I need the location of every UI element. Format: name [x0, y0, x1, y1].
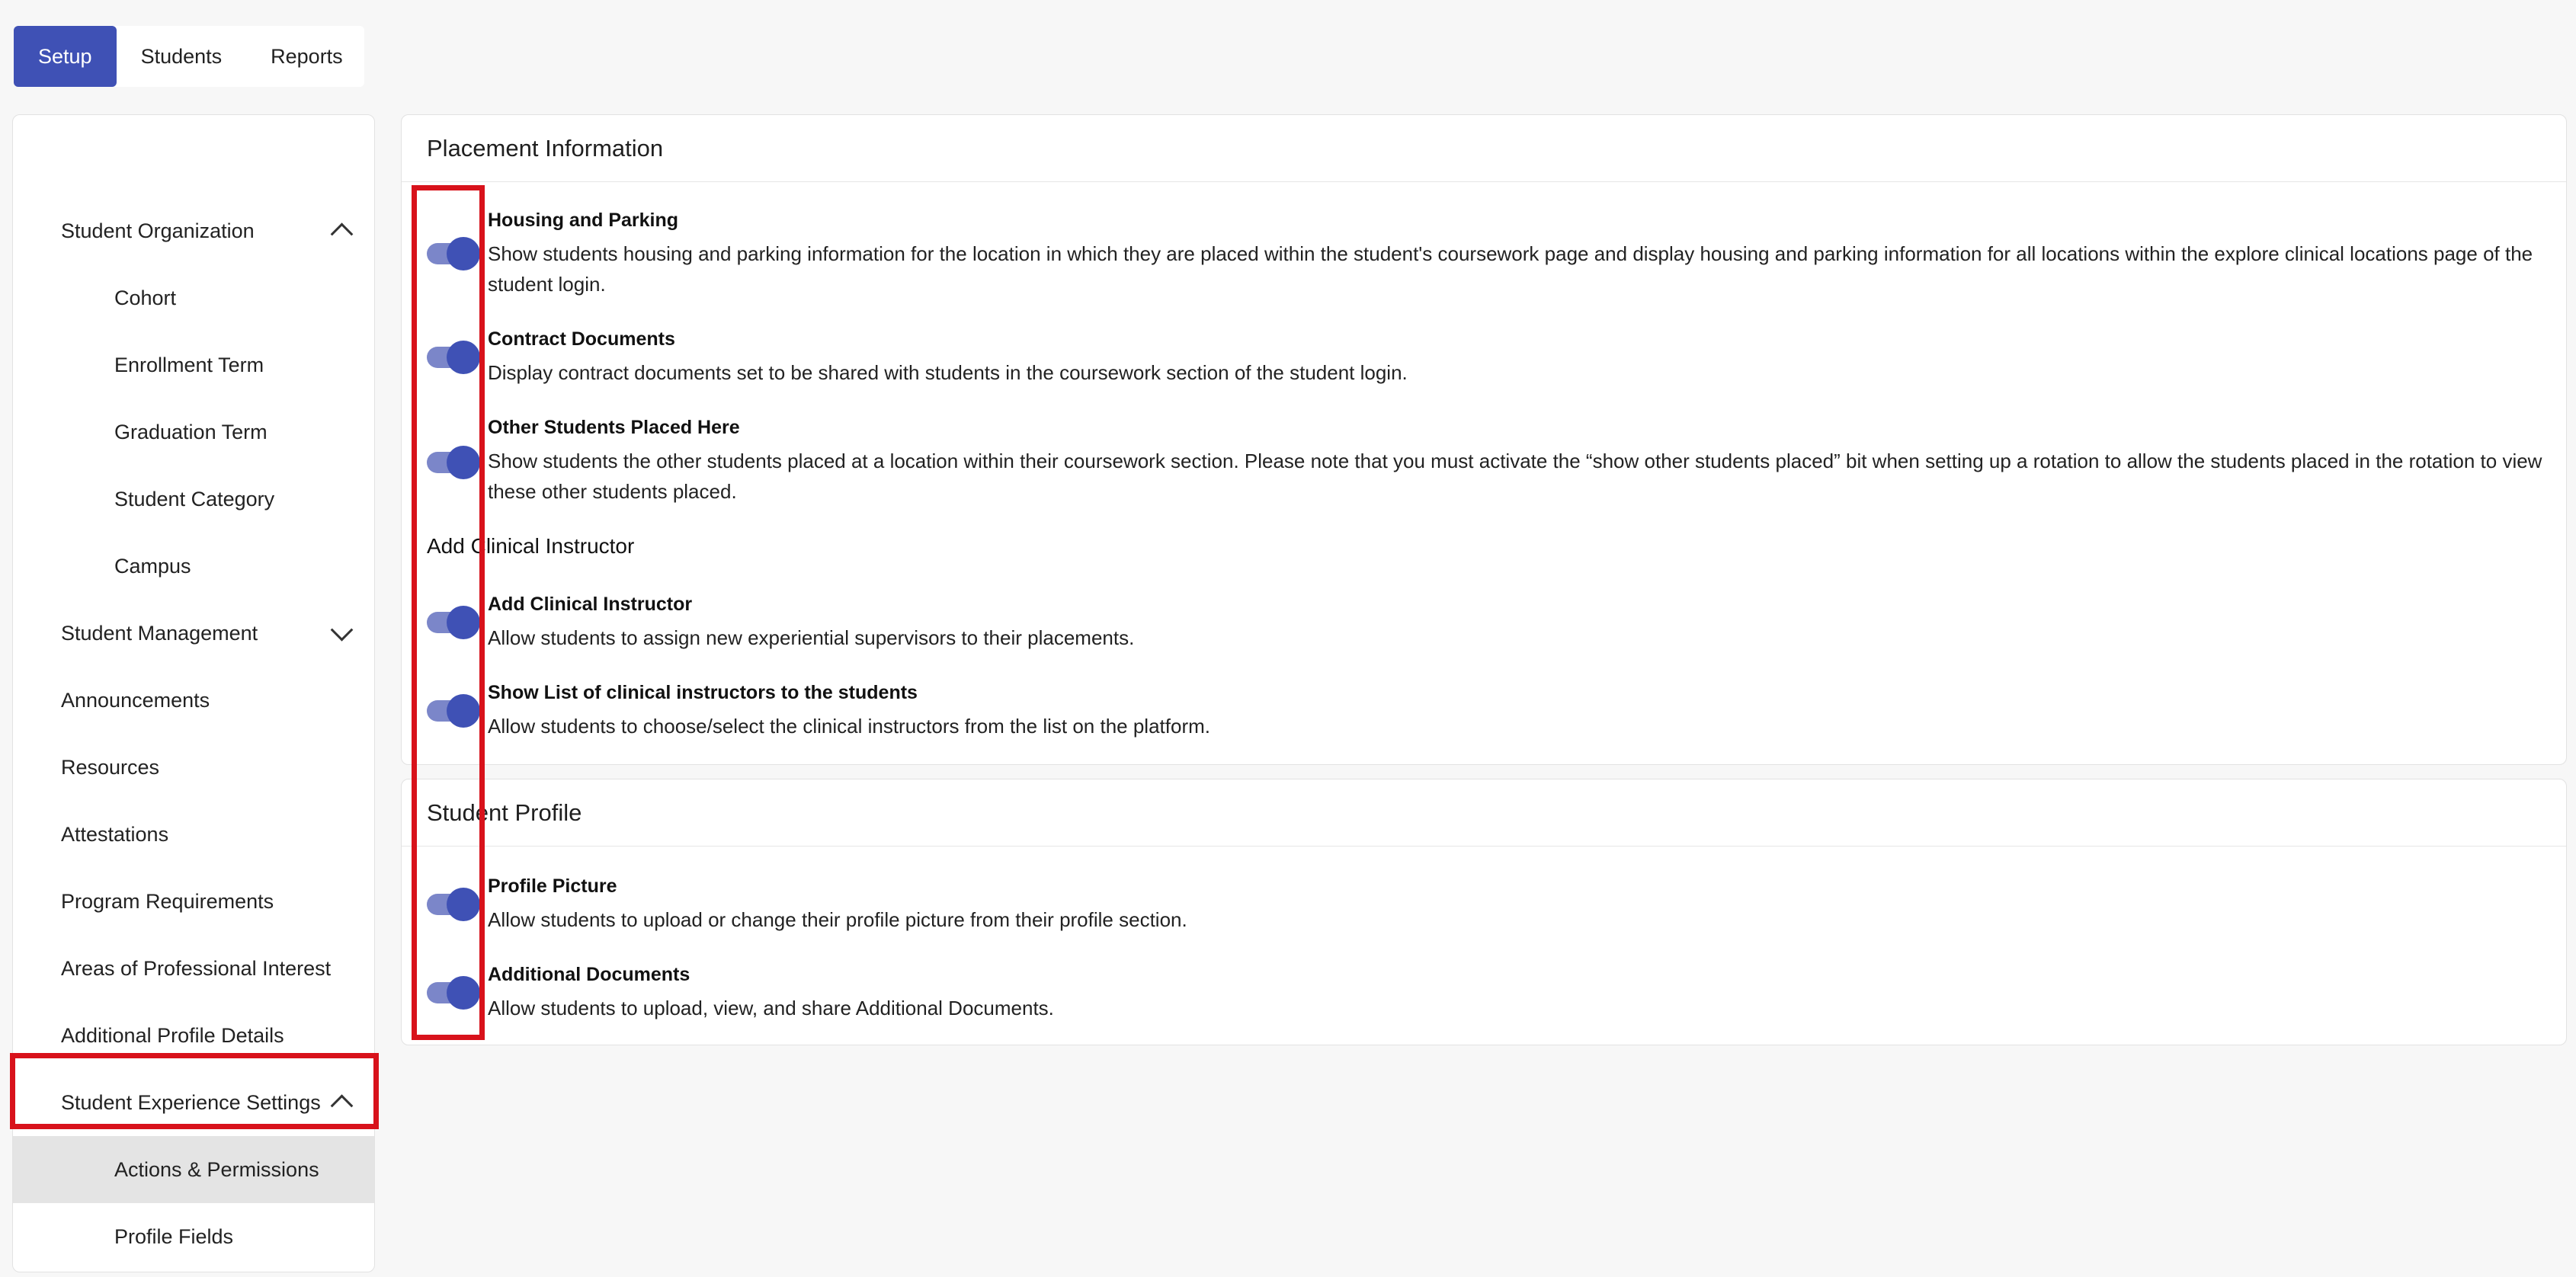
setting-description: Allow students to upload, view, and shar…	[488, 997, 1054, 1019]
setting-description: Allow students to assign new experientia…	[488, 626, 1135, 649]
sidebar-item-announcements[interactable]: Announcements	[13, 667, 374, 734]
sidebar-item-label: Cohort	[114, 286, 177, 309]
sidebar-item-label: Graduation Term	[114, 420, 268, 443]
sidebar-item-student-category[interactable]: Student Category	[13, 466, 374, 533]
student-profile-panel: Student Profile Profile Picture Allow st…	[401, 779, 2567, 1045]
sidebar-item-label: Areas of Professional Interest	[61, 956, 332, 980]
other-students-placed-toggle[interactable]	[427, 446, 480, 479]
sidebar-item-additional-profile-details[interactable]: Additional Profile Details	[13, 1002, 374, 1069]
setting-title: Add Clinical Instructor	[488, 594, 693, 615]
housing-parking-toggle[interactable]	[427, 237, 480, 270]
sidebar-item-cohort[interactable]: Cohort	[13, 264, 374, 331]
panel-title: Placement Information	[402, 115, 2566, 182]
setting-title: Housing and Parking	[488, 210, 679, 231]
sidebar-item-label: Resources	[61, 755, 160, 779]
setting-title: Contract Documents	[488, 328, 675, 350]
setting-description: Show students the other students placed …	[488, 450, 2542, 503]
setting-title: Other Students Placed Here	[488, 417, 740, 438]
sidebar-item-areas-of-professional-interest[interactable]: Areas of Professional Interest	[13, 935, 374, 1002]
setting-description: Display contract documents set to be sha…	[488, 361, 1408, 384]
sidebar-item-label: Student Management	[61, 621, 258, 645]
panel-title: Student Profile	[402, 779, 2566, 847]
sidebar-item-actions-permissions[interactable]: Actions & Permissions	[13, 1136, 374, 1203]
chevron-up-icon	[330, 1094, 354, 1118]
sidebar-item-label: Enrollment Term	[114, 353, 264, 376]
sidebar-item-label: Announcements	[61, 688, 210, 712]
toggle-knob	[447, 976, 480, 1010]
sidebar-item-label: Student Organization	[61, 219, 255, 242]
contract-documents-toggle[interactable]	[427, 341, 480, 374]
toggle-knob	[447, 606, 480, 639]
sidebar-item-enrollment-term[interactable]: Enrollment Term	[13, 331, 374, 398]
chevron-down-icon	[330, 618, 354, 642]
sidebar-item-label: Program Requirements	[61, 889, 274, 913]
sidebar-item-label: Additional Profile Details	[61, 1023, 284, 1047]
sidebar-item-label: Profile Fields	[114, 1224, 234, 1248]
sidebar-item-student-management[interactable]: Student Management	[13, 600, 374, 667]
setting-title: Show List of clinical instructors to the…	[488, 682, 918, 703]
subsection-heading: Add Clinical Instructor	[427, 534, 635, 558]
sidebar-item-label: Attestations	[61, 822, 169, 846]
top-tab-bar: Setup Students Reports	[14, 26, 364, 87]
sidebar-item-label: Actions & Permissions	[114, 1157, 319, 1181]
toggle-knob	[447, 446, 480, 479]
sidebar-item-label: Student Experience Settings	[61, 1090, 321, 1114]
sidebar-item-student-organization[interactable]: Student Organization	[13, 197, 374, 264]
toggle-knob	[447, 694, 480, 728]
setting-title: Profile Picture	[488, 875, 617, 897]
profile-picture-toggle[interactable]	[427, 888, 480, 921]
tab-students[interactable]: Students	[117, 26, 247, 87]
sidebar-item-campus[interactable]: Campus	[13, 533, 374, 600]
sidebar-item-label: Campus	[114, 554, 191, 578]
additional-documents-toggle[interactable]	[427, 976, 480, 1010]
sidebar-item-profile-fields[interactable]: Profile Fields	[13, 1203, 374, 1270]
sidebar-item-graduation-term[interactable]: Graduation Term	[13, 398, 374, 466]
tab-reports[interactable]: Reports	[246, 26, 367, 87]
sidebar-item-program-requirements[interactable]: Program Requirements	[13, 868, 374, 935]
setting-description: Allow students to choose/select the clin…	[488, 715, 1210, 738]
sidebar-item-attestations[interactable]: Attestations	[13, 801, 374, 868]
setting-description: Allow students to upload or change their…	[488, 908, 1187, 931]
toggle-knob	[447, 341, 480, 374]
add-clinical-instructor-toggle[interactable]	[427, 606, 480, 639]
setting-title: Additional Documents	[488, 964, 690, 985]
sidebar-item-label: Student Category	[114, 487, 275, 510]
sidebar-item-resources[interactable]: Resources	[13, 734, 374, 801]
toggle-knob	[447, 888, 480, 921]
toggle-knob	[447, 237, 480, 270]
placement-information-panel: Placement Information Housing and Parkin…	[401, 114, 2567, 765]
chevron-up-icon	[330, 222, 354, 246]
tab-setup[interactable]: Setup	[14, 26, 117, 87]
setting-description: Show students housing and parking inform…	[488, 242, 2533, 296]
sidebar-item-student-experience-settings[interactable]: Student Experience Settings	[13, 1069, 374, 1136]
show-clinical-instructors-toggle[interactable]	[427, 694, 480, 728]
sidebar: Student Organization Cohort Enrollment T…	[10, 114, 379, 1272]
